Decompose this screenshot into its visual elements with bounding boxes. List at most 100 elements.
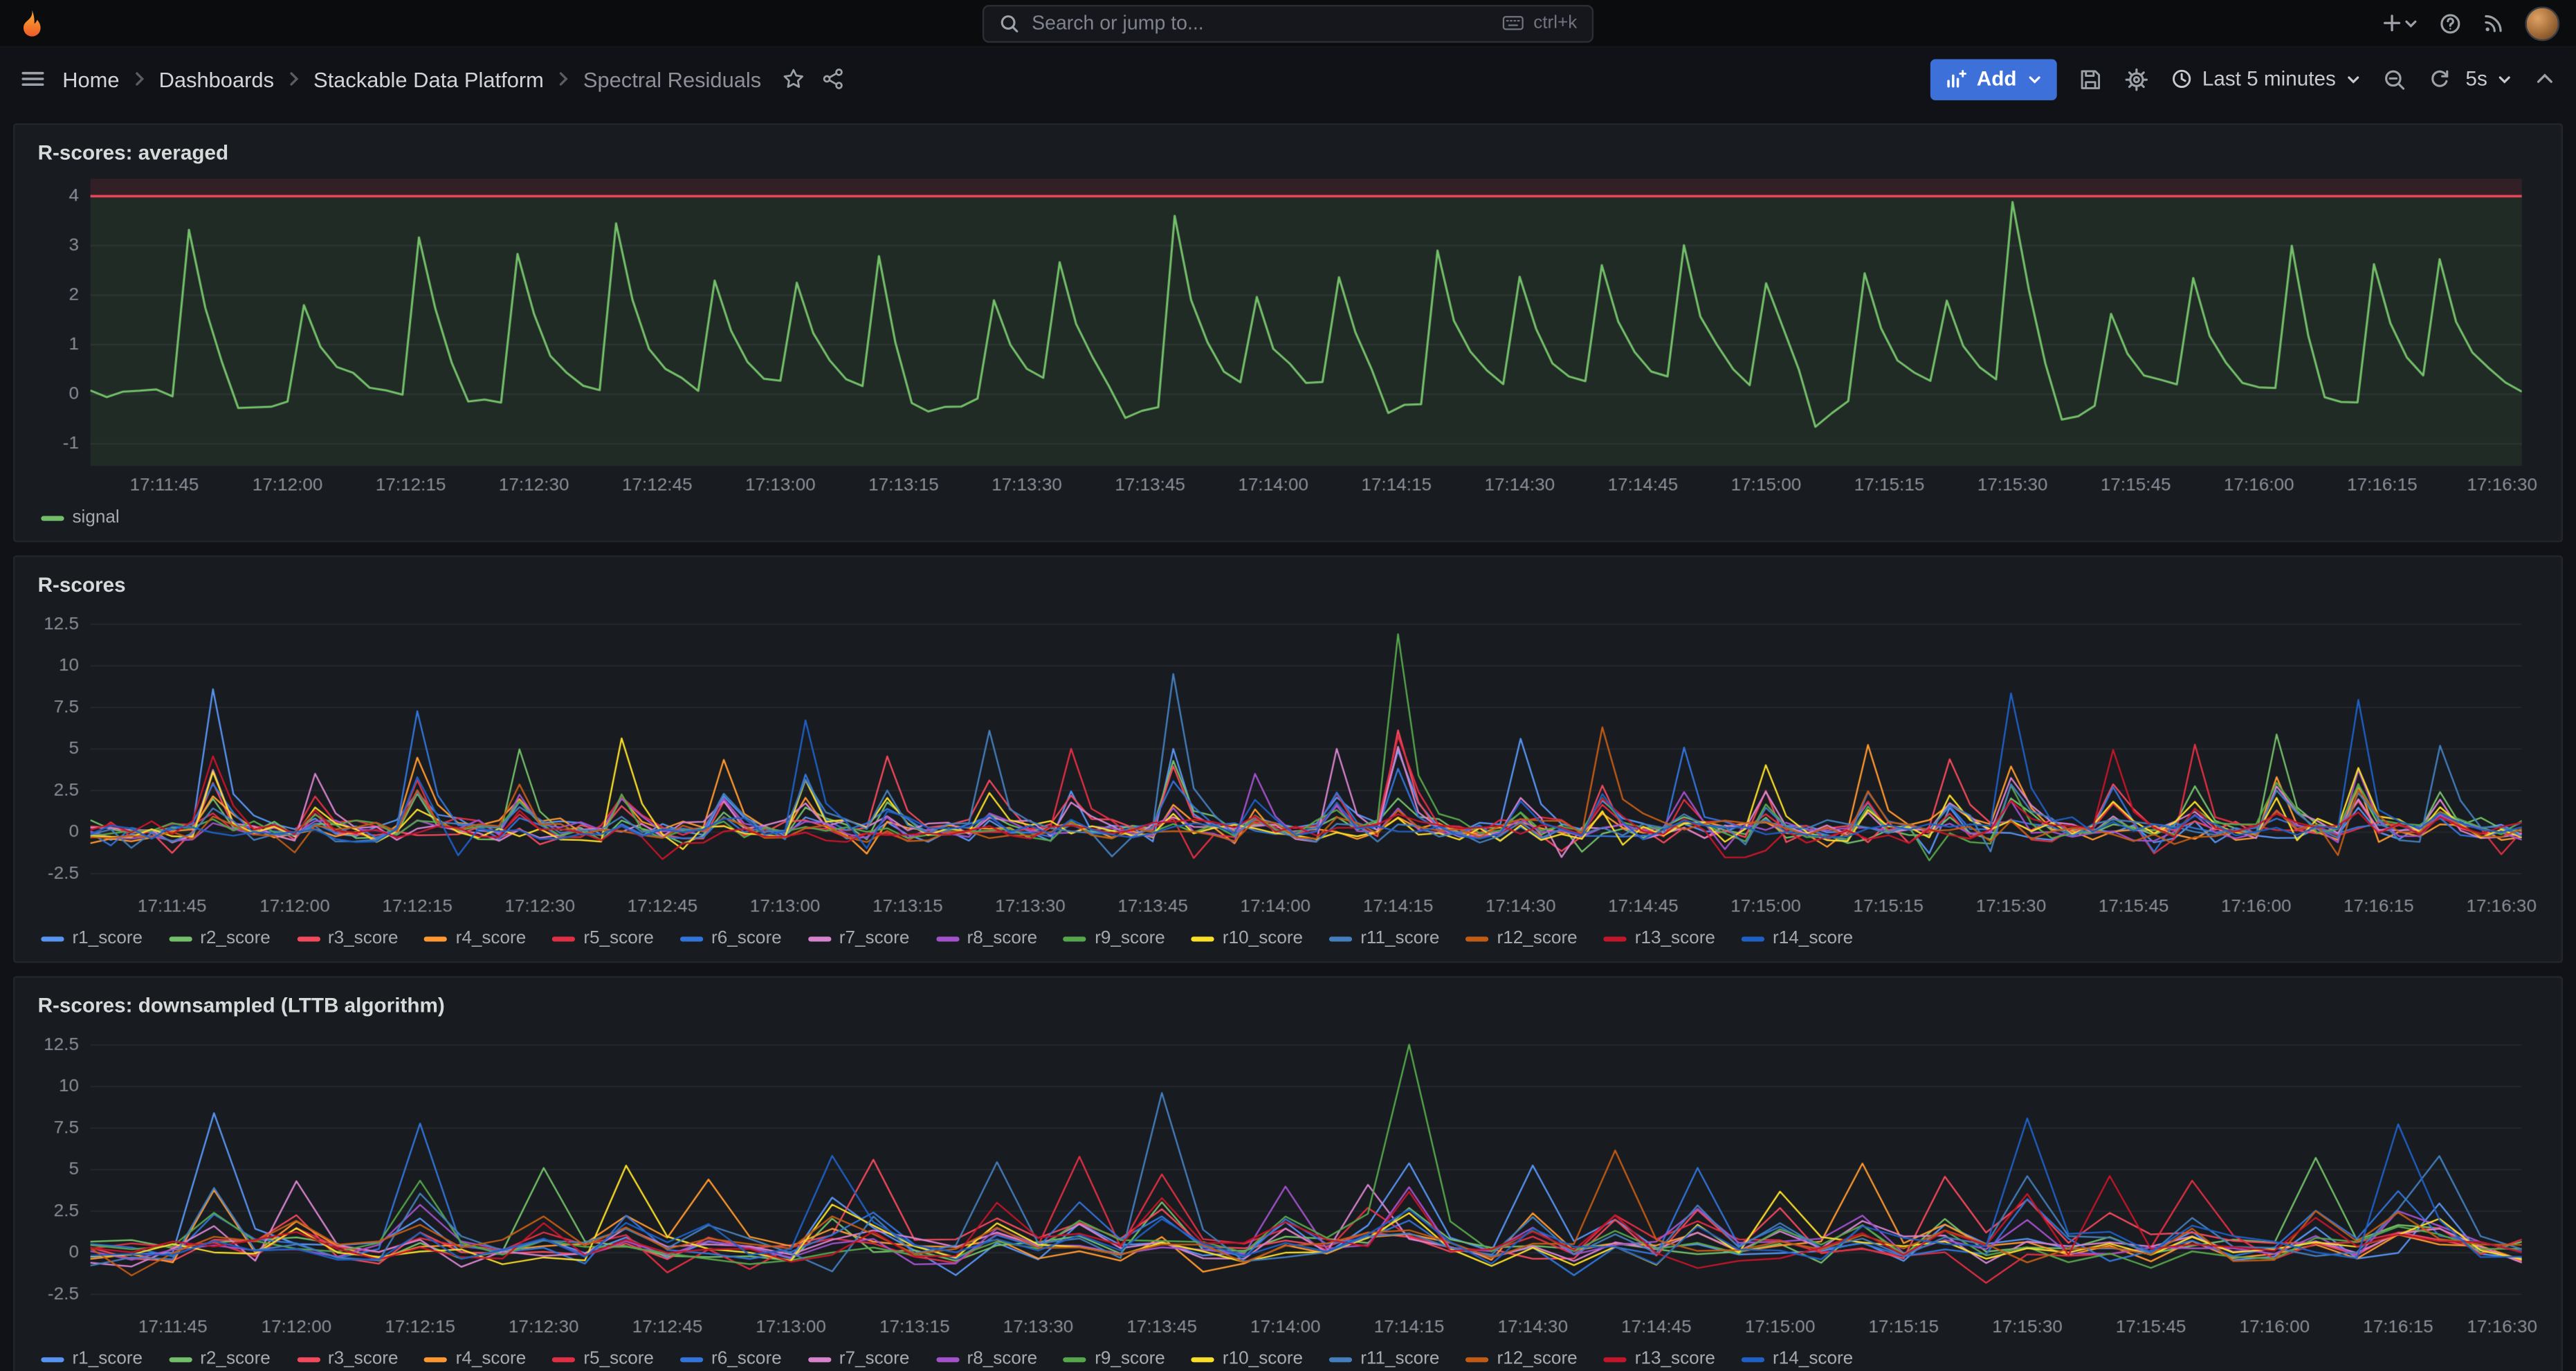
legend-item-r3_score[interactable]: r3_score	[297, 1349, 399, 1368]
panel-header[interactable]: R-scores: averaged	[31, 135, 2545, 170]
panel-header[interactable]: R-scores	[31, 567, 2545, 601]
save-dashboard-button[interactable]	[2077, 66, 2102, 91]
share-icon	[822, 67, 845, 90]
legend-item-r9_score[interactable]: r9_score	[1063, 929, 1165, 948]
legend-item-r5_score[interactable]: r5_score	[552, 1349, 654, 1368]
legend-item-r6_score[interactable]: r6_score	[680, 929, 782, 948]
chevron-right-icon	[286, 71, 302, 87]
legend-swatch	[1742, 1356, 1764, 1361]
legend-label: r7_score	[839, 1349, 910, 1368]
legend-item-r8_score[interactable]: r8_score	[935, 929, 1037, 948]
chevron-right-icon	[131, 71, 147, 87]
panel-title: R-scores: downsampled (LTTB algorithm)	[38, 994, 445, 1017]
zoom-out-icon	[2382, 66, 2406, 91]
legend-item-r14_score[interactable]: r14_score	[1742, 1349, 1853, 1368]
legend-item-r12_score[interactable]: r12_score	[1465, 929, 1577, 948]
legend-swatch	[1604, 1356, 1627, 1361]
legend-item-r14_score[interactable]: r14_score	[1742, 929, 1853, 948]
legend-swatch	[1063, 936, 1086, 941]
legend-swatch	[425, 936, 448, 941]
help-button[interactable]	[2438, 10, 2463, 35]
legend-label: r12_score	[1497, 1349, 1578, 1368]
legend-item-r10_score[interactable]: r10_score	[1191, 929, 1303, 948]
legend-item-r10_score[interactable]: r10_score	[1191, 1349, 1303, 1368]
refresh-button[interactable]	[2428, 67, 2451, 90]
dashboard-settings-button[interactable]	[2123, 66, 2148, 91]
legend-swatch	[808, 1356, 831, 1361]
legend-item-r4_score[interactable]: r4_score	[425, 1349, 527, 1368]
legend-item-r2_score[interactable]: r2_score	[169, 1349, 271, 1368]
panel-r-scores-averaged: R-scores: averaged signal	[13, 123, 2563, 542]
legend-swatch	[297, 1356, 320, 1361]
timeseries-chart-canvas[interactable]	[31, 170, 2545, 501]
grafana-app: ctrl+k	[0, 0, 2576, 1370]
legend-label: r13_score	[1635, 929, 1715, 948]
panel-r-scores: R-scores r1_score r2_score r3_score r4_scor…	[13, 556, 2563, 963]
timeseries-chart-canvas[interactable]	[31, 602, 2545, 922]
legend-item-r4_score[interactable]: r4_score	[425, 929, 527, 948]
legend-label: r4_score	[456, 929, 527, 948]
grafana-logo-icon[interactable]	[17, 8, 48, 39]
legend-item-r12_score[interactable]: r12_score	[1465, 1349, 1577, 1368]
panel-header[interactable]: R-scores: downsampled (LTTB algorithm)	[31, 988, 2545, 1022]
new-button[interactable]	[2380, 12, 2418, 35]
top-nav: ctrl+k	[0, 0, 2576, 48]
help-icon	[2438, 10, 2463, 35]
news-rss-icon	[2483, 12, 2505, 35]
legend-item-r5_score[interactable]: r5_score	[552, 929, 654, 948]
refresh-interval-picker[interactable]: 5s	[2465, 67, 2512, 90]
zoom-out-button[interactable]	[2382, 66, 2406, 91]
legend-item-r7_score[interactable]: r7_score	[808, 1349, 910, 1368]
legend-label: r9_score	[1095, 1349, 1165, 1368]
breadcrumb-home[interactable]: Home	[62, 66, 119, 91]
timeseries-chart-canvas[interactable]	[31, 1022, 2545, 1342]
legend-item-r2_score[interactable]: r2_score	[169, 929, 271, 948]
legend-label: r8_score	[967, 1349, 1037, 1368]
legend-item-r7_score[interactable]: r7_score	[808, 929, 910, 948]
legend-label: r8_score	[967, 929, 1037, 948]
legend-label: r11_score	[1360, 929, 1439, 948]
legend-label: r13_score	[1635, 1349, 1715, 1368]
share-button[interactable]	[822, 67, 845, 90]
search-input[interactable]	[1032, 12, 1490, 35]
legend-item-r1_score[interactable]: r1_score	[41, 929, 143, 948]
legend-item-r13_score[interactable]: r13_score	[1604, 1349, 1715, 1368]
legend-label: r11_score	[1360, 1349, 1439, 1368]
legend-label: r10_score	[1223, 1349, 1303, 1368]
legend-item-signal[interactable]: signal	[41, 508, 119, 527]
legend-item-r11_score[interactable]: r11_score	[1329, 929, 1439, 948]
legend-item-r11_score[interactable]: r11_score	[1329, 1349, 1439, 1368]
legend-swatch	[169, 936, 192, 941]
panel-title: R-scores	[38, 573, 126, 596]
legend-swatch	[425, 1356, 448, 1361]
legend-item-r3_score[interactable]: r3_score	[297, 929, 399, 948]
add-button-label: Add	[1977, 67, 2017, 90]
legend-item-r9_score[interactable]: r9_score	[1063, 1349, 1165, 1368]
search-box[interactable]: ctrl+k	[983, 4, 1593, 42]
breadcrumb-folder[interactable]: Stackable Data Platform	[313, 66, 544, 91]
search-shortcut: ctrl+k	[1502, 13, 1577, 33]
collapse-toolbar-button[interactable]	[2533, 67, 2556, 90]
chart-legend: r1_score r2_score r3_score r4_score r5_score…	[31, 922, 2545, 954]
legend-label: r7_score	[839, 929, 910, 948]
breadcrumb-dashboards[interactable]: Dashboards	[159, 66, 274, 91]
legend-item-r8_score[interactable]: r8_score	[935, 1349, 1037, 1368]
legend-swatch	[935, 936, 958, 941]
legend-item-r6_score[interactable]: r6_score	[680, 1349, 782, 1368]
legend-item-r1_score[interactable]: r1_score	[41, 1349, 143, 1368]
add-button[interactable]: Add	[1930, 58, 2056, 99]
legend-label: r3_score	[328, 929, 399, 948]
legend-swatch	[808, 936, 831, 941]
legend-swatch	[41, 936, 64, 941]
legend-item-r13_score[interactable]: r13_score	[1604, 929, 1715, 948]
chart-legend: r1_score r2_score r3_score r4_score r5_score…	[31, 1343, 2545, 1371]
caret-down-icon	[2404, 16, 2418, 30]
legend-swatch	[1191, 936, 1214, 941]
avatar[interactable]	[2525, 6, 2559, 40]
chevron-right-icon	[555, 71, 572, 87]
time-range-picker[interactable]: Last 5 minutes	[2169, 67, 2360, 90]
news-button[interactable]	[2483, 12, 2505, 35]
mega-menu-toggle[interactable]	[19, 66, 46, 92]
favorite-button[interactable]	[783, 67, 805, 90]
panel-title: R-scores: averaged	[38, 140, 228, 163]
